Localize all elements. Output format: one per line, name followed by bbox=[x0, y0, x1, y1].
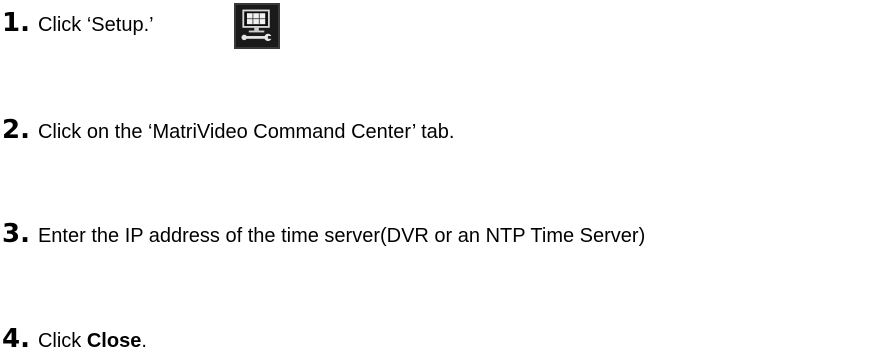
step-2: 2. Click on the ‘MatriVideo Command Cent… bbox=[2, 117, 454, 143]
step-1-text: Click ‘Setup.’ bbox=[37, 14, 154, 36]
step-3: 3. Enter the IP address of the time serv… bbox=[2, 221, 645, 247]
close-label: Close bbox=[86, 330, 142, 352]
step-4: 4. Click Close. bbox=[2, 326, 147, 352]
step-1-number: 1. bbox=[2, 8, 30, 38]
setup-icon bbox=[234, 3, 280, 49]
step-4-text-suffix: . bbox=[141, 330, 147, 352]
step-4-text-prefix: Click bbox=[37, 330, 87, 352]
step-4-text: Click Close. bbox=[38, 331, 147, 351]
step-1: 1. Click ‘Setup.’ bbox=[2, 10, 154, 36]
step-4-number: 4. bbox=[2, 324, 30, 354]
step-3-number: 3. bbox=[2, 219, 30, 249]
setup-icon-graphic bbox=[241, 9, 273, 42]
step-2-text: Click on the ‘MatriVideo Command Center’… bbox=[37, 121, 455, 143]
step-2-number: 2. bbox=[2, 115, 30, 145]
step-3-text: Enter the IP address of the time server(… bbox=[37, 225, 646, 247]
